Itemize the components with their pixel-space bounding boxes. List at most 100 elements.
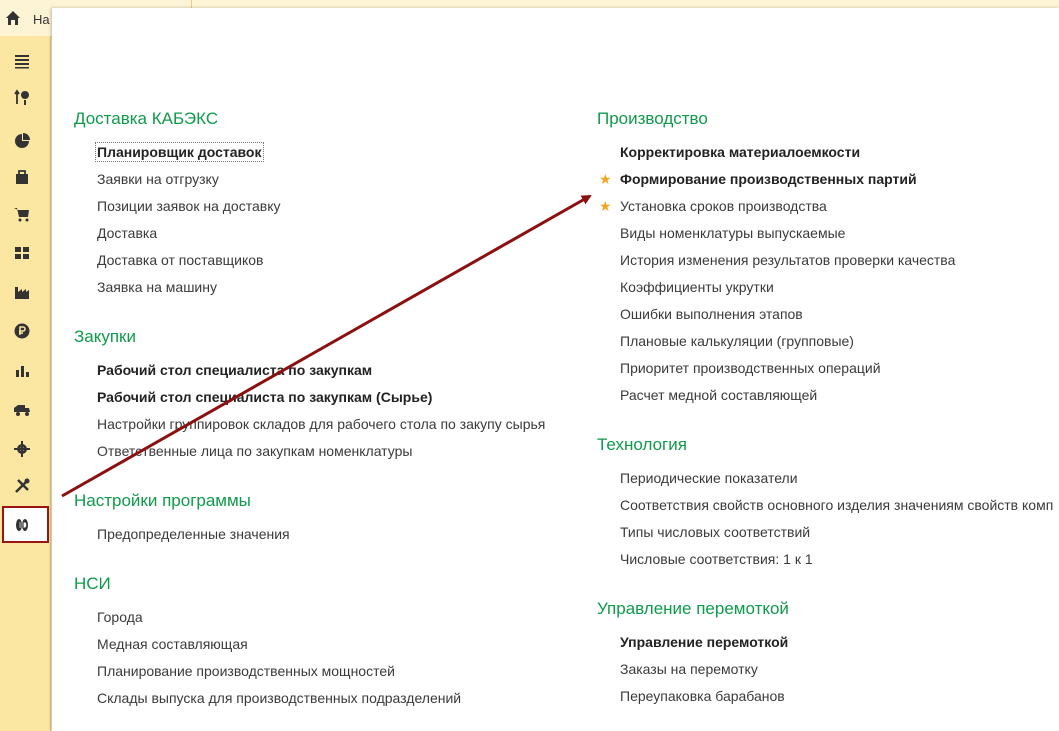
menu-section: НСИ Города Медная составляющая Планирование… bbox=[74, 573, 574, 715]
menu-item[interactable]: Коэффициенты укрутки bbox=[597, 277, 1059, 304]
section-items: Города Медная составляющая Планирование пр… bbox=[74, 607, 574, 715]
tools-icon[interactable] bbox=[11, 475, 33, 497]
menu-item[interactable]: Города bbox=[74, 607, 574, 634]
menu-item[interactable]: Переупаковка барабанов bbox=[597, 686, 1059, 713]
menu-item-label: Заявки на отгрузку bbox=[97, 171, 219, 187]
menu-item[interactable]: Корректировка материалоемкости bbox=[597, 142, 1059, 169]
menu-section: Производство Корректировка материалоемкос… bbox=[597, 108, 1059, 412]
menu-item[interactable]: Доставка от поставщиков bbox=[74, 250, 574, 277]
menu-section: Технология Периодические показатели Соотве… bbox=[597, 434, 1059, 576]
left-column: Доставка КАБЭКС Планировщик доставок Заявк… bbox=[74, 108, 574, 731]
menu-item-label: Корректировка материалоемкости bbox=[620, 144, 861, 160]
gear-icon[interactable] bbox=[11, 438, 33, 460]
menu-item[interactable]: ★ Установка сроков производства bbox=[597, 196, 1059, 223]
menu-item-label: Доставка от поставщиков bbox=[97, 252, 264, 268]
menu-item-label: Типы числовых соответствий bbox=[620, 524, 811, 540]
menu-item-label: Предопределенные значения bbox=[97, 526, 290, 542]
menu-item[interactable]: Периодические показатели bbox=[597, 468, 1059, 495]
section-items: Корректировка материалоемкости ★ Формирова… bbox=[597, 142, 1059, 412]
menu-item[interactable]: Заявки на отгрузку bbox=[74, 169, 574, 196]
menu-item-label: Города bbox=[97, 609, 143, 625]
menu-item-label: Расчет медной составляющей bbox=[620, 387, 818, 403]
menu-item[interactable]: Приоритет производственных операций bbox=[597, 358, 1059, 385]
favorite-star-icon[interactable]: ★ bbox=[599, 196, 612, 216]
menu-item-label: Коэффициенты укрутки bbox=[620, 279, 774, 295]
menu-item[interactable]: ★ Формирование производственных партий bbox=[597, 169, 1059, 196]
menu-item[interactable]: Планировщик доставок bbox=[74, 142, 574, 169]
pie-chart-icon[interactable] bbox=[11, 130, 33, 152]
bar-chart-icon[interactable] bbox=[11, 359, 33, 381]
menu-section: Закупки Рабочий стол специалиста по закуп… bbox=[74, 326, 574, 468]
section-items: Предопределенные значения bbox=[74, 524, 574, 551]
history-icon[interactable] bbox=[11, 86, 33, 108]
sidebar bbox=[0, 36, 51, 731]
cart-icon[interactable] bbox=[11, 203, 33, 225]
right-column: Производство Корректировка материалоемкос… bbox=[597, 108, 1059, 731]
menu-item[interactable]: Ошибки выполнения этапов bbox=[597, 304, 1059, 331]
menu-item-label: Управление перемоткой bbox=[620, 634, 789, 650]
menu-item[interactable]: Типы числовых соответствий bbox=[597, 522, 1059, 549]
menu-item-label: Доставка bbox=[97, 225, 158, 241]
menu-item-label: Плановые калькуляции (групповые) bbox=[620, 333, 854, 349]
section-title[interactable]: Доставка КАБЭКС bbox=[74, 108, 574, 142]
menu-item-label: Приоритет производственных операций bbox=[620, 360, 881, 376]
menu-item-label: Ответственные лица по закупкам номенклат… bbox=[97, 443, 413, 459]
menu-item[interactable]: Рабочий стол специалиста по закупкам bbox=[74, 360, 574, 387]
menu-item-label: Числовые соответствия: 1 к 1 bbox=[620, 551, 813, 567]
menu-item-label: Соответствия свойств основного изделия з… bbox=[620, 497, 1054, 513]
menu-item[interactable]: Планирование производственных мощностей bbox=[74, 661, 574, 688]
home-tab-label[interactable]: На bbox=[33, 12, 50, 27]
menu-item[interactable]: Плановые калькуляции (групповые) bbox=[597, 331, 1059, 358]
menu-item[interactable]: Рабочий стол специалиста по закупкам (Сы… bbox=[74, 387, 574, 414]
menu-item[interactable]: Позиции заявок на доставку bbox=[74, 196, 574, 223]
menu-item-label: Рабочий стол специалиста по закупкам (Сы… bbox=[97, 389, 433, 405]
menu-item[interactable]: Ответственные лица по закупкам номенклат… bbox=[74, 441, 574, 468]
menu-item[interactable]: Соответствия свойств основного изделия з… bbox=[597, 495, 1059, 522]
section-title[interactable]: Технология bbox=[597, 434, 1059, 468]
home-icon[interactable] bbox=[5, 10, 21, 26]
menu-item[interactable]: Числовые соответствия: 1 к 1 bbox=[597, 549, 1059, 576]
menu-item[interactable]: История изменения результатов проверки к… bbox=[597, 250, 1059, 277]
menu-item-label: Ошибки выполнения этапов bbox=[620, 306, 803, 322]
menu-item[interactable]: Управление перемоткой bbox=[597, 632, 1059, 659]
menu-item[interactable]: Расчет медной составляющей bbox=[597, 385, 1059, 412]
grid-icon[interactable] bbox=[11, 242, 33, 264]
section-title[interactable]: НСИ bbox=[74, 573, 574, 607]
menu-item-label: Склады выпуска для производственных подр… bbox=[97, 690, 462, 706]
section-title[interactable]: Управление перемоткой bbox=[597, 598, 1059, 632]
menu-item-label: Рабочий стол специалиста по закупкам bbox=[97, 362, 373, 378]
menu-icon[interactable] bbox=[11, 50, 33, 72]
menu-item-label: Медная составляющая bbox=[97, 636, 248, 652]
bag-icon[interactable] bbox=[11, 166, 33, 188]
menu-item-label: Формирование производственных партий bbox=[620, 171, 917, 187]
menu-item[interactable]: Склады выпуска для производственных подр… bbox=[74, 688, 574, 715]
factory-icon[interactable] bbox=[11, 281, 33, 303]
menu-item[interactable]: Настройки группировок складов для рабоче… bbox=[74, 414, 574, 441]
menu-item-label: Периодические показатели bbox=[620, 470, 798, 486]
menu-item[interactable]: Предопределенные значения bbox=[74, 524, 574, 551]
menu-item-label: Виды номенклатуры выпускаемые bbox=[620, 225, 846, 241]
menu-item-label: Переупаковка барабанов bbox=[620, 688, 785, 704]
function-menu-panel: Доставка КАБЭКС Планировщик доставок Заявк… bbox=[52, 8, 1059, 731]
menu-item[interactable]: Медная составляющая bbox=[74, 634, 574, 661]
ruble-icon[interactable] bbox=[11, 320, 33, 342]
section-title[interactable]: Настройки программы bbox=[74, 490, 574, 524]
section-items: Управление перемоткой Заказы на перемотку… bbox=[597, 632, 1059, 713]
menu-item[interactable]: Виды номенклатуры выпускаемые bbox=[597, 223, 1059, 250]
menu-item-label: Установка сроков производства bbox=[620, 198, 827, 214]
menu-item-label: Планировщик доставок bbox=[95, 142, 264, 162]
cable-reel-icon[interactable] bbox=[11, 514, 33, 536]
section-items: Планировщик доставок Заявки на отгрузку По… bbox=[74, 142, 574, 304]
menu-item-label: Заявка на машину bbox=[97, 279, 217, 295]
menu-item-label: Настройки группировок складов для рабоче… bbox=[97, 416, 546, 432]
menu-item[interactable]: Доставка bbox=[74, 223, 574, 250]
menu-item[interactable]: Заказы на перемотку bbox=[597, 659, 1059, 686]
section-items: Рабочий стол специалиста по закупкам Рабо… bbox=[74, 360, 574, 468]
favorite-star-icon[interactable]: ★ bbox=[599, 169, 612, 189]
truck-icon[interactable] bbox=[11, 398, 33, 420]
section-title[interactable]: Производство bbox=[597, 108, 1059, 142]
section-title[interactable]: Закупки bbox=[74, 326, 574, 360]
menu-section: Доставка КАБЭКС Планировщик доставок Заявк… bbox=[74, 108, 574, 304]
menu-item-label: Планирование производственных мощностей bbox=[97, 663, 395, 679]
menu-item[interactable]: Заявка на машину bbox=[74, 277, 574, 304]
